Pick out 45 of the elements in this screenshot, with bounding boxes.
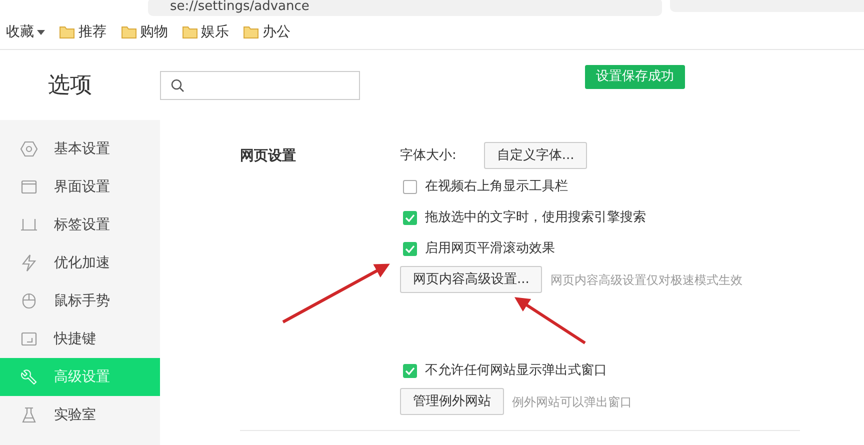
bookmark[interactable]: 办公 [243,22,290,43]
checkbox-label: 不允许任何网站显示弹出式窗口 [425,362,607,380]
search-field[interactable] [160,70,360,100]
sidebar-item[interactable]: 鼠标手势 [0,282,160,320]
hexagon-icon [20,140,38,158]
bookmark[interactable]: 推荐 [59,22,106,43]
status-toast: 设置保存成功 [585,65,685,89]
checkbox-label: 拖放选中的文字时，使用搜索引擎搜索 [425,208,646,227]
folder-icon [120,26,136,39]
bookmark[interactable]: 购物 [120,22,168,43]
mouse-icon [20,292,38,310]
checkbox-label: 在视频右上角显示工具栏 [425,178,568,196]
wrench-icon [20,368,38,386]
hint-text: 网页内容高级设置仅对极速模式生效 [550,272,742,288]
sidebar-item[interactable]: 实验室 [0,396,160,434]
settings-button[interactable]: 网页内容高级设置... [400,266,542,294]
sidebar-item[interactable]: 快捷键 [0,320,160,358]
address-bar[interactable]: se://settings/advance [148,0,662,16]
sidebar-item[interactable]: 优化加速 [0,244,160,282]
field-label: 字体大小: [400,146,456,165]
checkbox[interactable] [403,210,417,224]
sidebar-item[interactable]: 界面设置 [0,168,160,206]
sidebar-item[interactable]: 标签设置 [0,206,160,244]
section-title: 网页设置 [240,147,297,166]
flask-icon [20,406,38,424]
caret-icon [37,30,46,35]
bolt-icon [20,254,38,272]
sidebar-item[interactable]: 基本设置 [0,130,160,168]
page-title: 选项 [47,72,93,100]
folder-icon [59,26,76,39]
settings-button[interactable]: 管理例外网站 [400,388,504,416]
bookmark[interactable]: 收藏 [6,22,46,43]
checkbox[interactable] [403,180,417,194]
bookmark[interactable]: 娱乐 [182,22,229,43]
settings-button[interactable]: 自定义字体... [484,142,588,170]
key-icon [20,330,38,348]
checkbox[interactable] [403,242,417,256]
checkbox[interactable] [403,364,417,378]
hint-text: 例外网站可以弹出窗口 [512,394,632,410]
folder-icon [243,26,259,39]
search-icon [171,78,184,92]
folder-icon [182,26,198,39]
window-icon [20,178,38,196]
annotation-arrow [514,297,586,344]
checkbox-label: 启用网页平滑滚动效果 [425,240,555,258]
